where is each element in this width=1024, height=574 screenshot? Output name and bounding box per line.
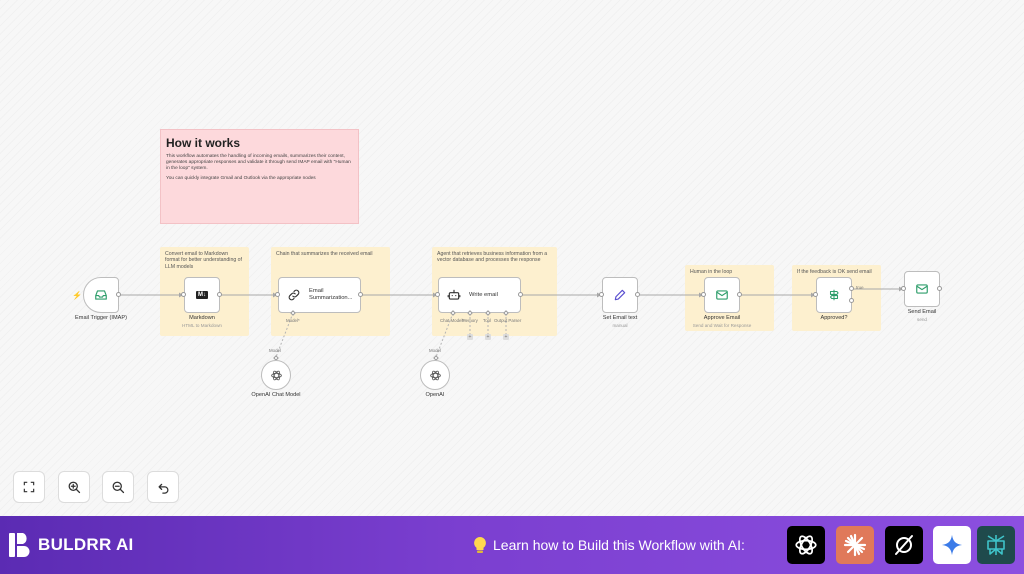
gemini-button[interactable]	[933, 526, 971, 564]
buldrr-logo-icon	[9, 533, 30, 557]
add-memory-button[interactable]: +	[467, 334, 473, 340]
node-approved-caption: Approved?	[789, 315, 879, 321]
node-subtitle: Send and Wait for Response	[692, 323, 752, 328]
claude-icon	[843, 533, 867, 557]
node-send-email[interactable]	[904, 271, 940, 307]
node-title: OpenAI Chat Model	[251, 392, 301, 398]
undo-button[interactable]	[147, 471, 179, 503]
output-port[interactable]	[217, 292, 222, 297]
node-openai[interactable]	[420, 360, 450, 390]
robot-icon	[447, 289, 461, 300]
perplexity-icon	[987, 535, 1005, 555]
node-subtitle: HTML to Markdown	[182, 323, 222, 328]
node-approve-email[interactable]	[704, 277, 740, 313]
envelope-icon	[716, 290, 728, 300]
input-port[interactable]	[435, 292, 440, 297]
node-title: Set Email text	[602, 315, 638, 321]
input-port[interactable]	[181, 292, 186, 297]
gemini-icon	[941, 534, 963, 556]
node-title: OpenAI	[425, 392, 445, 398]
fullscreen-icon	[23, 481, 35, 493]
node-subtitle: manual	[612, 323, 628, 328]
node-title: Approve Email	[703, 315, 741, 321]
memory-port-label: Memory	[462, 318, 478, 323]
model-port-label: Model	[429, 348, 441, 353]
node-set-email-text-caption: Set Email text manual	[575, 315, 665, 328]
learn-prompt: Learn how to Build this Workflow with AI…	[473, 536, 745, 554]
false-output-port[interactable]	[849, 298, 854, 303]
grok-icon	[895, 535, 913, 555]
perplexity-button[interactable]	[977, 526, 1015, 564]
node-title: Email Trigger (IMAP)	[75, 315, 127, 321]
model-port-label: Model	[269, 348, 281, 353]
node-markdown[interactable]: M↓	[184, 277, 220, 313]
chatgpt-button[interactable]	[787, 526, 825, 564]
true-output-port[interactable]	[849, 286, 854, 291]
zoom-out-button[interactable]	[102, 471, 134, 503]
output-port[interactable]	[116, 292, 121, 297]
node-openai-chat-model-caption: OpenAI Chat Model	[231, 392, 321, 398]
model-port-label: Model*	[286, 318, 300, 323]
chat-model-port-label: Chat Model*	[440, 318, 465, 323]
output-parser-port-label: Output Parser	[494, 318, 522, 323]
link-icon	[288, 289, 300, 301]
lightbulb-icon	[474, 537, 486, 553]
true-branch-label: true	[856, 285, 864, 290]
signpost-icon	[829, 289, 839, 301]
chatgpt-icon	[795, 535, 817, 555]
node-title: Write email	[469, 291, 498, 298]
node-email-summarization[interactable]: Email Summarization...	[278, 277, 361, 313]
node-title: Email Summarization...	[309, 288, 353, 301]
zoom-in-icon	[68, 481, 80, 493]
openai-icon	[270, 370, 282, 380]
input-port[interactable]	[599, 292, 604, 297]
node-email-trigger[interactable]	[83, 277, 119, 313]
trigger-bolt-icon: ⚡	[72, 291, 82, 300]
input-port[interactable]	[275, 292, 280, 297]
input-port[interactable]	[813, 292, 818, 297]
node-write-email[interactable]: Write email	[438, 277, 521, 313]
learn-text: Learn how to Build this Workflow with AI…	[493, 537, 745, 553]
workflow-canvas[interactable]: How it works This workflow automates the…	[0, 0, 1024, 516]
grok-button[interactable]	[885, 526, 923, 564]
undo-icon	[158, 483, 168, 494]
zoom-in-button[interactable]	[58, 471, 90, 503]
node-title: Approved?	[820, 315, 848, 321]
pencil-icon	[614, 289, 626, 301]
node-set-email-text[interactable]	[602, 277, 638, 313]
node-send-email-caption: Send Email send	[877, 309, 967, 322]
inbox-icon	[95, 290, 107, 300]
markdown-icon: M↓	[196, 291, 208, 299]
node-approve-email-caption: Approve Email Send and Wait for Response	[677, 315, 767, 328]
envelope-icon	[916, 284, 928, 294]
output-port[interactable]	[358, 292, 363, 297]
connections-layer	[120, 286, 903, 358]
node-subtitle: send	[917, 317, 927, 322]
fit-view-button[interactable]	[13, 471, 45, 503]
node-approved[interactable]	[816, 277, 852, 313]
footer-banner: BULDRR AI Learn how to Build this Workfl…	[0, 516, 1024, 574]
node-title: Send Email	[907, 309, 937, 315]
node-title: Markdown	[189, 315, 215, 321]
add-tool-button[interactable]: +	[485, 334, 491, 340]
input-port[interactable]	[901, 286, 906, 291]
node-openai-chat-model[interactable]	[261, 360, 291, 390]
add-output-parser-button[interactable]: +	[503, 334, 509, 340]
node-openai-caption: OpenAI	[390, 392, 480, 398]
output-port[interactable]	[737, 292, 742, 297]
output-port[interactable]	[635, 292, 640, 297]
claude-button[interactable]	[836, 526, 874, 564]
brand[interactable]: BULDRR AI	[8, 532, 134, 558]
brand-name: BULDRR AI	[38, 535, 134, 554]
node-markdown-caption: Markdown HTML to Markdown	[157, 315, 247, 328]
output-port[interactable]	[518, 292, 523, 297]
input-port[interactable]	[701, 292, 706, 297]
node-email-trigger-caption: Email Trigger (IMAP)	[56, 315, 146, 321]
openai-icon	[429, 370, 441, 380]
tool-port-label: Tool	[483, 318, 492, 323]
output-port[interactable]	[937, 286, 942, 291]
zoom-out-icon	[112, 481, 124, 493]
